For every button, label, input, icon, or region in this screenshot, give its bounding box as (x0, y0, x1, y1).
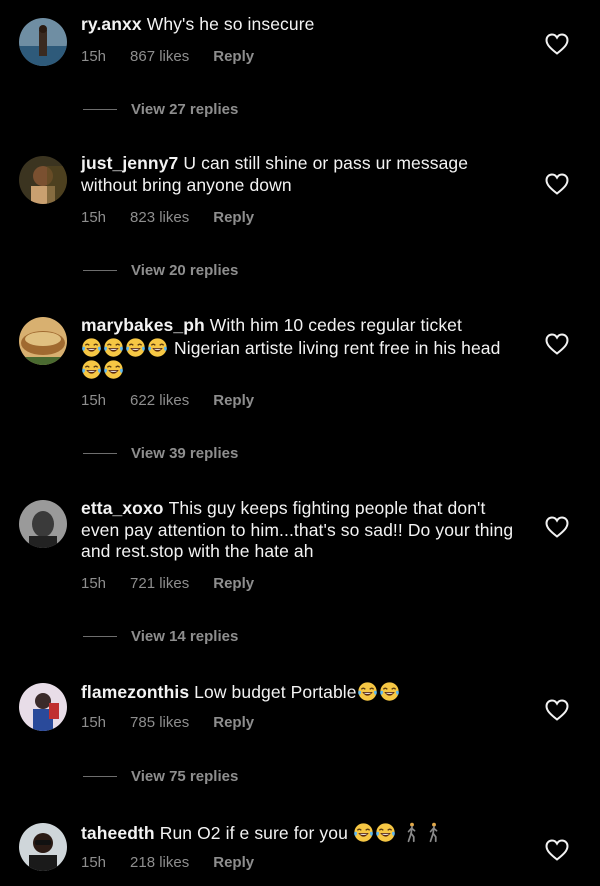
comment-meta: 15h 867 likes Reply (81, 48, 278, 65)
comment-likes[interactable]: 785 likes (130, 714, 189, 731)
heart-outline-icon[interactable] (545, 699, 569, 721)
face-with-tears-of-joy-emoji (103, 359, 124, 380)
comment-body: Why's he so insecure (146, 14, 315, 34)
face-with-tears-of-joy-emoji (147, 337, 168, 358)
comment-meta: 15h 218 likes Reply (81, 854, 278, 871)
comment-text: etta_xoxo This guy keeps fighting people … (81, 498, 521, 563)
comment-username[interactable]: just_jenny7 (81, 153, 178, 173)
face-with-tears-of-joy-emoji (353, 822, 374, 843)
view-replies-button[interactable]: View 39 replies (83, 445, 238, 462)
reply-button[interactable]: Reply (213, 209, 254, 226)
avatar[interactable] (19, 823, 67, 871)
face-with-tears-of-joy-emoji (103, 337, 124, 358)
heart-outline-icon[interactable] (545, 173, 569, 195)
heart-outline-icon[interactable] (545, 516, 569, 538)
divider-line (83, 109, 117, 110)
comment-time: 15h (81, 714, 107, 731)
heart-outline-icon[interactable] (545, 839, 569, 861)
comment-body: Run O2 if e sure for you (159, 823, 348, 843)
comment-text: marybakes_ph With him 10 cedes regular ti… (81, 315, 521, 382)
comment-time: 15h (81, 209, 107, 226)
comment-meta: 15h 622 likes Reply (81, 392, 278, 409)
reply-button[interactable]: Reply (213, 48, 254, 65)
comment-likes[interactable]: 622 likes (130, 392, 189, 409)
comment-username[interactable]: taheedth (81, 823, 155, 843)
comment-likes[interactable]: 823 likes (130, 209, 189, 226)
comment-username[interactable]: flamezonthis (81, 682, 189, 702)
comment-time: 15h (81, 392, 107, 409)
person-walking-emoji (427, 822, 441, 843)
view-replies-label: View 27 replies (131, 101, 239, 118)
avatar[interactable] (19, 683, 67, 731)
comment-time: 15h (81, 575, 107, 592)
comment-text: ry.anxx Why's he so insecure (81, 14, 521, 36)
person-walking-emoji (405, 822, 419, 843)
heart-outline-icon[interactable] (545, 33, 569, 55)
comment-likes[interactable]: 867 likes (130, 48, 189, 65)
comment-username[interactable]: ry.anxx (81, 14, 142, 34)
face-with-tears-of-joy-emoji (357, 681, 378, 702)
comment-meta: 15h 785 likes Reply (81, 714, 278, 731)
face-with-tears-of-joy-emoji (125, 337, 146, 358)
avatar[interactable] (19, 317, 67, 365)
view-replies-label: View 39 replies (131, 445, 239, 462)
comment-body-continued: Nigerian artiste living rent free in his… (173, 337, 501, 358)
avatar[interactable] (19, 18, 67, 66)
divider-line (83, 453, 117, 454)
comment-time: 15h (81, 48, 107, 65)
face-with-tears-of-joy-emoji (81, 337, 102, 358)
comment-likes[interactable]: 218 likes (130, 854, 189, 871)
view-replies-label: View 14 replies (131, 628, 239, 645)
view-replies-label: View 75 replies (131, 768, 239, 785)
face-with-tears-of-joy-emoji (379, 681, 400, 702)
comment-text: just_jenny7 U can still shine or pass ur … (81, 153, 521, 196)
comment-time: 15h (81, 854, 107, 871)
comment-username[interactable]: etta_xoxo (81, 498, 164, 518)
view-replies-button[interactable]: View 27 replies (83, 101, 238, 118)
comment-body: With him 10 cedes regular ticket (209, 315, 462, 335)
comment-body: Low budget Portable (194, 682, 357, 702)
reply-button[interactable]: Reply (213, 575, 254, 592)
comment-username[interactable]: marybakes_ph (81, 315, 205, 335)
divider-line (83, 636, 117, 637)
heart-outline-icon[interactable] (545, 333, 569, 355)
comment-text: taheedth Run O2 if e sure for you (81, 822, 521, 845)
comment-text: flamezonthis Low budget Portable (81, 681, 521, 704)
reply-button[interactable]: Reply (213, 392, 254, 409)
reply-button[interactable]: Reply (213, 714, 254, 731)
comment-likes[interactable]: 721 likes (130, 575, 189, 592)
divider-line (83, 776, 117, 777)
comment-meta: 15h 823 likes Reply (81, 209, 278, 226)
view-replies-button[interactable]: View 14 replies (83, 628, 238, 645)
face-with-tears-of-joy-emoji (81, 359, 102, 380)
view-replies-label: View 20 replies (131, 262, 239, 279)
avatar[interactable] (19, 500, 67, 548)
reply-button[interactable]: Reply (213, 854, 254, 871)
view-replies-button[interactable]: View 75 replies (83, 768, 238, 785)
avatar[interactable] (19, 156, 67, 204)
face-with-tears-of-joy-emoji (375, 822, 396, 843)
comment-meta: 15h 721 likes Reply (81, 575, 278, 592)
view-replies-button[interactable]: View 20 replies (83, 262, 238, 279)
divider-line (83, 270, 117, 271)
